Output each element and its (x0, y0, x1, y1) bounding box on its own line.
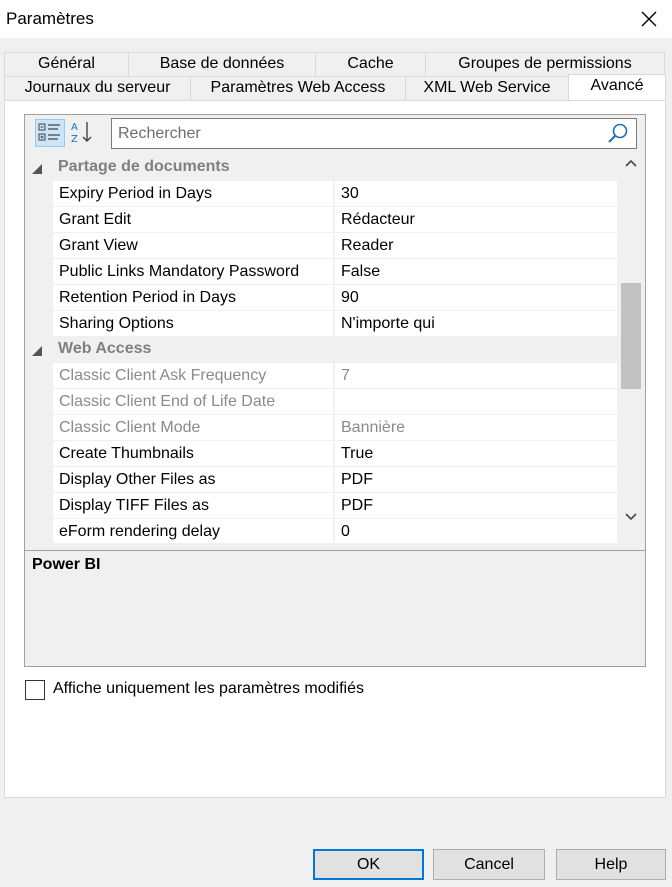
help-button[interactable]: Help (556, 849, 666, 880)
property-name: Grant Edit (53, 207, 334, 233)
chevron-up-icon[interactable] (623, 155, 639, 171)
tab-xml-web-service[interactable]: XML Web Service (405, 76, 569, 100)
alphabetical-sort-button[interactable]: A Z (69, 119, 99, 147)
svg-text:Z: Z (71, 134, 78, 145)
dialog-body: Général Base de données Cache Groupes de… (0, 38, 672, 887)
close-icon[interactable] (636, 6, 662, 32)
show-modified-only-checkbox[interactable] (25, 680, 45, 700)
property-row[interactable]: Retention Period in Days 90 (25, 285, 617, 311)
property-value[interactable]: Bannière (335, 415, 617, 441)
tab-general[interactable]: Général (4, 52, 129, 76)
tab-database[interactable]: Base de données (128, 52, 316, 76)
tab-cache[interactable]: Cache (315, 52, 426, 76)
property-value[interactable] (335, 389, 617, 415)
property-name: Classic Client Ask Frequency (53, 363, 334, 389)
property-name: Display TIFF Files as (53, 493, 334, 519)
window-title: Paramètres (6, 9, 94, 28)
vertical-scrollbar[interactable] (617, 149, 645, 543)
property-row[interactable]: Expiry Period in Days 30 (25, 181, 617, 207)
property-row[interactable]: Display TIFF Files as PDF (25, 493, 617, 519)
property-row[interactable]: Create Thumbnails True (25, 441, 617, 467)
property-row[interactable]: Classic Client Ask Frequency 7 (25, 363, 617, 389)
property-row[interactable]: eForm rendering delay 0 (25, 519, 617, 543)
tab-label: XML Web Service (423, 79, 551, 96)
property-name: Display Other Files as (53, 467, 334, 493)
category-row[interactable]: Web Access (25, 337, 617, 363)
scrollbar-thumb[interactable] (621, 283, 641, 389)
property-name: Expiry Period in Days (53, 181, 334, 207)
svg-text:A: A (71, 122, 78, 133)
property-value[interactable]: PDF (335, 493, 617, 519)
category-label: Partage de documents (58, 158, 230, 175)
property-value[interactable]: 7 (335, 363, 617, 389)
property-value[interactable]: True (335, 441, 617, 467)
title-bar: Paramètres (0, 0, 672, 38)
property-name: Classic Client Mode (53, 415, 334, 441)
property-name: eForm rendering delay (53, 519, 334, 543)
description-pane: Power BI (25, 550, 645, 666)
category-row[interactable]: Partage de documents (25, 155, 617, 181)
property-value[interactable]: Reader (335, 233, 617, 259)
tab-label: Général (38, 55, 95, 72)
property-name: Sharing Options (53, 311, 334, 337)
property-value[interactable]: 0 (335, 519, 617, 543)
tab-label: Journaux du serveur (24, 79, 171, 96)
property-name: Grant View (53, 233, 334, 259)
sort-alphabetical-icon: A Z (69, 122, 97, 149)
property-row[interactable]: Classic Client End of Life Date (25, 389, 617, 415)
categorized-view-icon (36, 123, 64, 150)
ok-button[interactable]: OK (313, 849, 424, 880)
property-value[interactable]: Rédacteur (335, 207, 617, 233)
property-row[interactable]: Display Other Files as PDF (25, 467, 617, 493)
property-value[interactable]: 30 (335, 181, 617, 207)
property-row[interactable]: Classic Client Mode Bannière (25, 415, 617, 441)
description-title: Power BI (32, 556, 101, 573)
tab-web-access-settings[interactable]: Paramètres Web Access (190, 76, 406, 100)
property-row[interactable]: Sharing Options N'importe qui (25, 311, 617, 337)
property-name: Classic Client End of Life Date (53, 389, 334, 415)
categorized-view-button[interactable] (35, 119, 65, 147)
property-row[interactable]: Grant View Reader (25, 233, 617, 259)
tab-server-logs[interactable]: Journaux du serveur (4, 76, 191, 100)
category-label: Web Access (58, 340, 152, 357)
property-name: Retention Period in Days (53, 285, 334, 311)
property-grid-toolbar: A Z (25, 115, 645, 149)
property-value[interactable]: 90 (335, 285, 617, 311)
property-value[interactable]: N'importe qui (335, 311, 617, 337)
property-grid: A Z Rechercher Partage de documents Expi… (24, 114, 646, 667)
property-name: Create Thumbnails (53, 441, 334, 467)
tab-label: Paramètres Web Access (210, 79, 386, 96)
property-list: Partage de documents Expiry Period in Da… (25, 155, 617, 543)
property-value[interactable]: PDF (335, 467, 617, 493)
collapse-triangle-icon[interactable] (31, 162, 43, 174)
property-row[interactable]: Grant Edit Rédacteur (25, 207, 617, 233)
collapse-triangle-icon[interactable] (31, 344, 43, 356)
tab-label: Cache (347, 55, 394, 72)
property-name: Public Links Mandatory Password (53, 259, 334, 285)
show-modified-only-label: Affiche uniquement les paramètres modifi… (53, 680, 364, 697)
property-value[interactable]: False (335, 259, 617, 285)
tab-panel-advanced: A Z Rechercher Partage de documents Expi… (4, 100, 666, 798)
tab-permission-groups[interactable]: Groupes de permissions (425, 52, 665, 76)
search-input[interactable] (118, 123, 598, 145)
tab-label: Groupes de permissions (458, 55, 632, 72)
search-box (111, 118, 637, 149)
property-row[interactable]: Public Links Mandatory Password False (25, 259, 617, 285)
chevron-down-icon[interactable] (623, 509, 639, 525)
cancel-button[interactable]: Cancel (433, 849, 545, 880)
tab-advanced[interactable]: Avancé (568, 74, 666, 100)
search-icon[interactable] (606, 122, 630, 146)
tab-label: Avancé (590, 77, 644, 94)
tab-label: Base de données (159, 55, 285, 72)
